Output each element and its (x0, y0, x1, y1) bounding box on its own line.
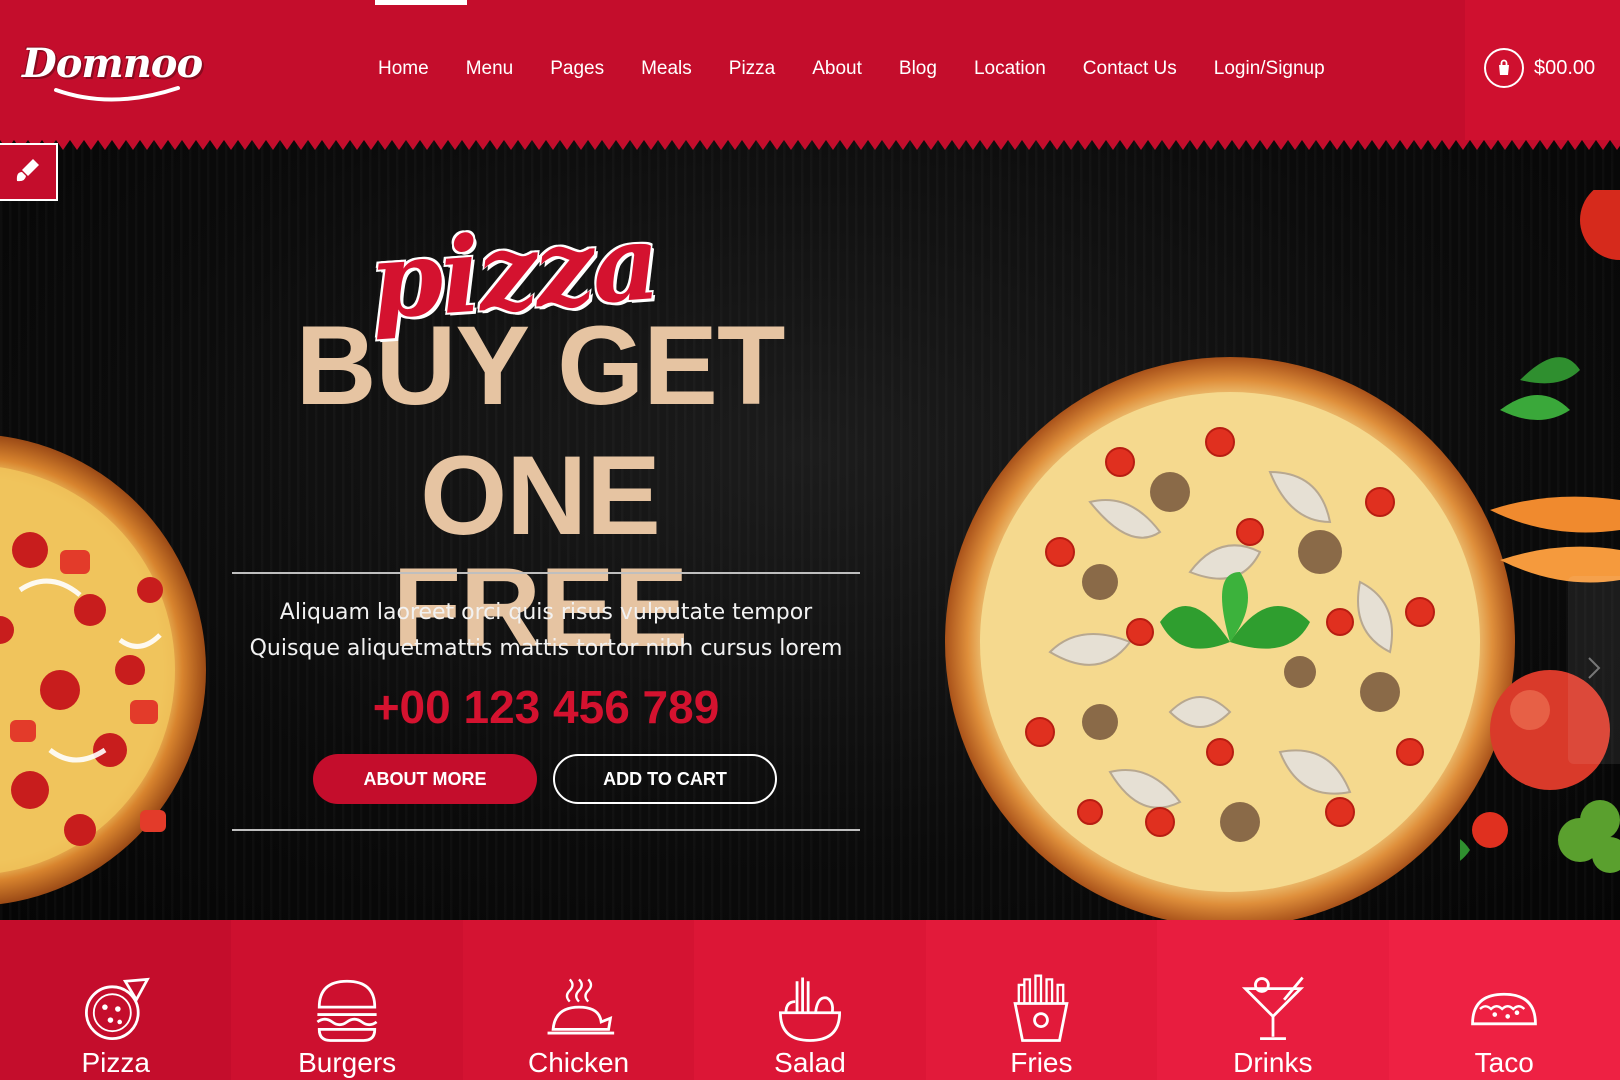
nav-item-home[interactable]: Home (378, 56, 429, 86)
category-label: Pizza (81, 1047, 150, 1078)
category-strip: Pizza Burgers Chicken Salad Fries Drinks… (0, 920, 1620, 1080)
category-taco[interactable]: Taco (1388, 920, 1620, 1080)
main-nav: Home Menu Pages Meals Pizza About Blog L… (378, 56, 1325, 86)
site-logo[interactable]: Domnoo (22, 36, 203, 108)
category-label: Drinks (1233, 1047, 1313, 1078)
cart-total: $00.00 (1534, 56, 1596, 79)
nav-item-blog[interactable]: Blog (899, 56, 937, 86)
taco-icon (1471, 992, 1538, 1026)
shopping-bag-icon (1484, 48, 1524, 88)
category-label: Burgers (298, 1047, 397, 1078)
category-label: Salad (774, 1047, 846, 1078)
slider-next-arrow[interactable] (1568, 576, 1620, 764)
hero-divider-bottom (232, 829, 860, 831)
pizza-icon (84, 977, 150, 1040)
nav-active-indicator (375, 0, 467, 5)
cart-button[interactable]: $00.00 (1484, 48, 1595, 88)
nav-item-location[interactable]: Location (974, 56, 1046, 86)
salad-icon (778, 977, 841, 1042)
site-header: Domnoo Home Menu Pages Meals Pizza About… (0, 0, 1620, 140)
hero-divider-top (232, 572, 860, 574)
category-label: Taco (1474, 1047, 1534, 1078)
paintbrush-icon (13, 155, 43, 190)
about-more-button[interactable]: ABOUT MORE (313, 754, 537, 804)
category-chicken[interactable]: Chicken (462, 920, 695, 1080)
add-to-cart-button[interactable]: ADD TO CART (553, 754, 777, 804)
pizza-right-image (945, 357, 1515, 920)
logo-swoosh-icon (54, 86, 180, 102)
nav-item-login-signup[interactable]: Login/Signup (1214, 56, 1325, 86)
pizza-left-image (0, 435, 206, 905)
nav-item-pages[interactable]: Pages (550, 56, 604, 86)
vegetables-decoration (1460, 190, 1620, 873)
burger-icon (316, 979, 378, 1042)
category-pizza[interactable]: Pizza (0, 920, 232, 1080)
hero-script-title: pizza (366, 200, 662, 343)
nav-item-menu[interactable]: Menu (466, 56, 514, 86)
nav-item-about[interactable]: About (812, 56, 862, 86)
style-switcher-button[interactable] (0, 143, 58, 201)
hero-phone-number: +00 123 456 789 (372, 681, 720, 733)
nav-item-pizza[interactable]: Pizza (729, 56, 775, 86)
logo-text: Domnoo (22, 40, 203, 87)
chicken-icon (547, 978, 614, 1035)
chevron-right-icon (1587, 656, 1601, 685)
drinks-icon (1241, 976, 1304, 1040)
hero-tagline: Aliquam laoreet orci quis risus vulputat… (249, 600, 843, 661)
category-salad[interactable]: Salad (694, 920, 926, 1080)
header-zigzag-edge (0, 140, 1620, 150)
fries-icon (1013, 974, 1069, 1042)
category-drinks[interactable]: Drinks (1157, 920, 1389, 1080)
nav-item-meals[interactable]: Meals (641, 56, 692, 86)
nav-item-contact-us[interactable]: Contact Us (1083, 56, 1177, 86)
category-burgers[interactable]: Burgers (231, 920, 463, 1080)
category-label: Fries (1010, 1047, 1073, 1078)
category-fries[interactable]: Fries (925, 920, 1158, 1080)
category-label: Chicken (527, 1047, 630, 1078)
